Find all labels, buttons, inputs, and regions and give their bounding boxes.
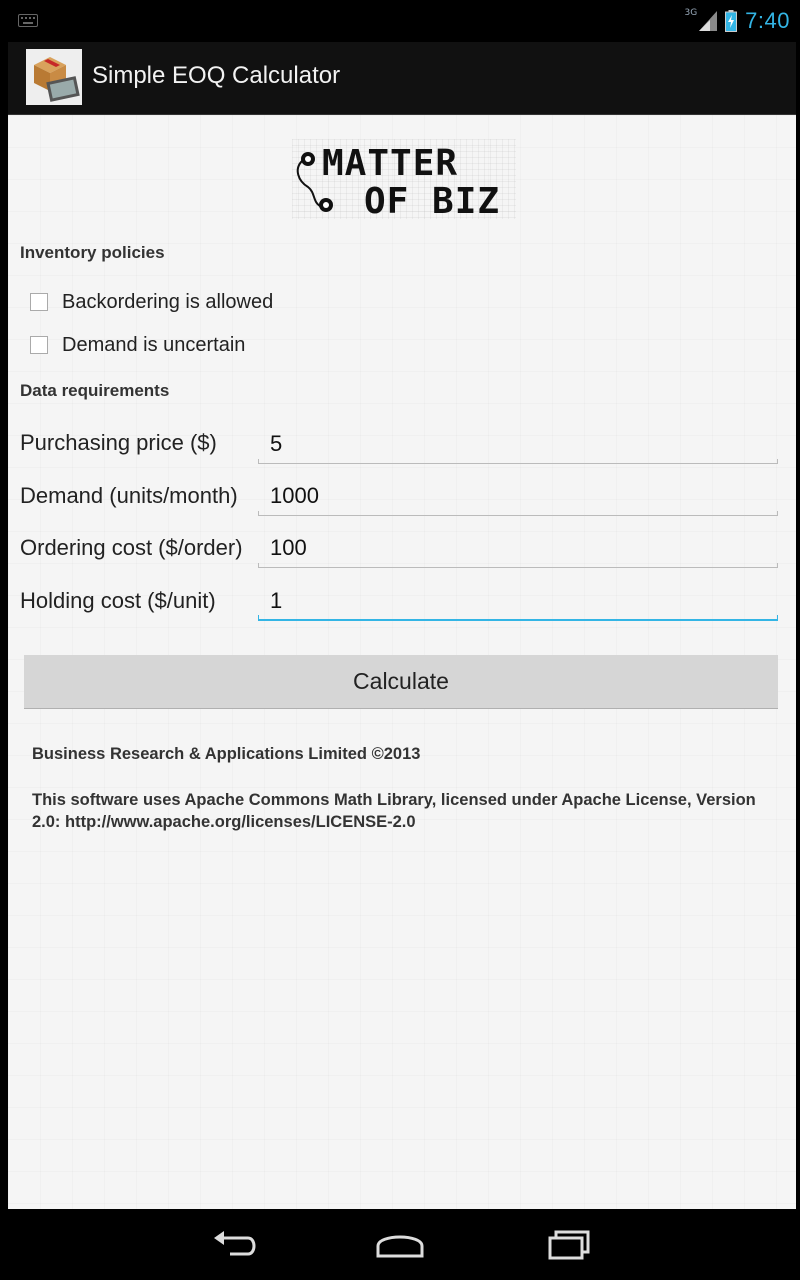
calculate-button[interactable]: Calculate (24, 655, 778, 709)
uncertain-demand-checkbox[interactable] (30, 336, 48, 354)
svg-text:OF BIZ: OF BIZ (364, 181, 500, 219)
purchasing-price-label: Purchasing price ($) (20, 430, 217, 455)
navigation-bar (0, 1210, 800, 1280)
app-icon[interactable] (26, 49, 82, 105)
holding-cost-label: Holding cost ($/unit) (20, 588, 216, 613)
data-requirements-heading: Data requirements (20, 381, 170, 400)
demand-underline (258, 511, 778, 516)
inventory-policies-heading: Inventory policies (20, 243, 165, 262)
svg-text:MATTER: MATTER (322, 143, 458, 184)
back-icon[interactable] (204, 1224, 264, 1264)
holding-cost-input[interactable] (258, 582, 778, 620)
holding-cost-underline (258, 615, 778, 621)
uncertain-demand-option[interactable]: Demand is uncertain (30, 330, 245, 360)
main-content: MATTER OF BIZ Inventory policies Backord… (8, 115, 796, 1209)
license-text: This software uses Apache Commons Math L… (32, 791, 756, 831)
copyright-text: Business Research & Applications Limited… (32, 745, 421, 763)
ordering-cost-input[interactable] (258, 529, 778, 567)
ordering-cost-underline (258, 563, 778, 568)
app-title: Simple EOQ Calculator (92, 62, 341, 89)
recents-icon[interactable] (540, 1224, 600, 1264)
matter-of-biz-logo: MATTER OF BIZ (292, 139, 516, 219)
battery-icon (725, 10, 738, 32)
ordering-cost-label: Ordering cost ($/order) (20, 535, 243, 560)
status-bar: 3G 7:40 (0, 0, 800, 42)
keyboard-icon (18, 14, 38, 27)
status-indicators: 3G 7:40 (684, 6, 790, 36)
signal-icon (699, 11, 718, 31)
network-type: 3G (684, 8, 698, 18)
action-bar: Simple EOQ Calculator (8, 42, 796, 115)
purchasing-price-underline (258, 459, 778, 464)
purchasing-price-input[interactable] (258, 425, 778, 463)
demand-label: Demand (units/month) (20, 483, 238, 508)
demand-input[interactable] (258, 477, 778, 515)
backordering-label: Backordering is allowed (62, 290, 274, 313)
home-icon[interactable] (370, 1224, 430, 1264)
clock: 7:40 (745, 8, 790, 33)
backordering-checkbox[interactable] (30, 293, 48, 311)
backordering-option[interactable]: Backordering is allowed (30, 287, 273, 317)
uncertain-demand-label: Demand is uncertain (62, 333, 246, 356)
